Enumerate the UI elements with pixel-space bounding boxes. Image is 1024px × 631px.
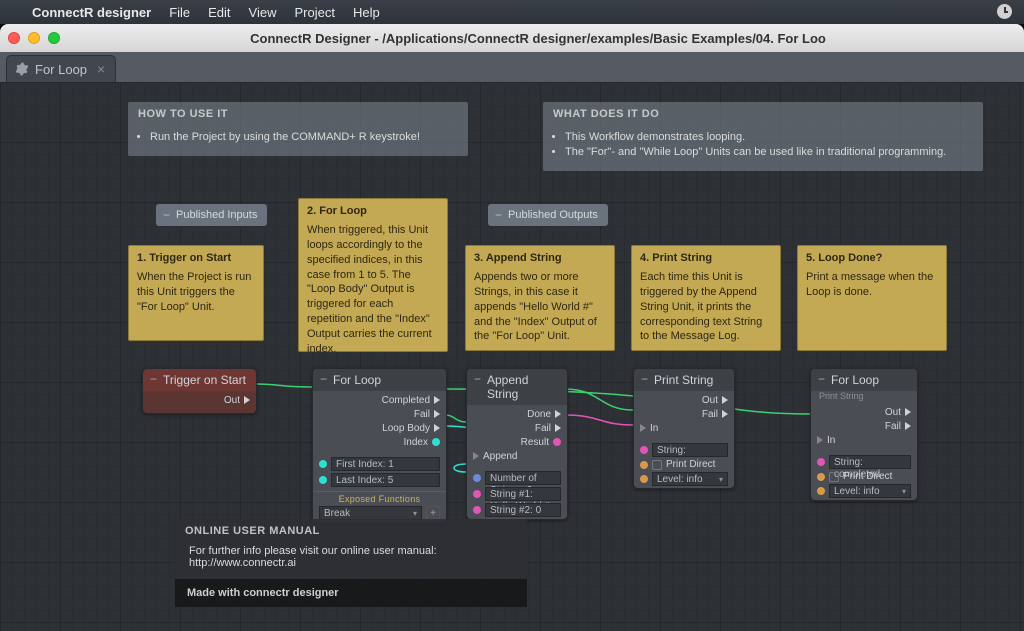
sticky-3[interactable]: 3. Append String Appends two or more Str… <box>465 245 615 351</box>
field-level[interactable]: Level: info <box>817 484 911 498</box>
menu-file[interactable]: File <box>169 5 190 20</box>
close-tab-icon[interactable]: × <box>97 61 105 77</box>
node-for-loop-print[interactable]: For Loop Print String Out Fail In String… <box>810 368 918 501</box>
tab-for-loop[interactable]: For Loop × <box>6 55 116 82</box>
field-string-2[interactable]: String #2: 0 <box>473 503 561 517</box>
field-level[interactable]: Level: info <box>640 472 728 486</box>
node-title: For Loop <box>811 369 917 391</box>
exposed-functions-label: Exposed Functions <box>313 494 446 504</box>
node-title: Print String <box>634 369 734 391</box>
port-append-in[interactable]: Append <box>467 449 567 463</box>
mac-menubar: ConnectR designer File Edit View Project… <box>0 0 1024 24</box>
port-result[interactable]: Result <box>467 435 567 449</box>
sticky-4[interactable]: 4. Print String Each time this Unit is t… <box>631 245 781 351</box>
howto-bullet: Run the Project by using the COMMAND+ R … <box>150 131 454 143</box>
field-print-direct[interactable]: Print Direct <box>817 471 911 482</box>
field-break[interactable]: Break+ <box>319 506 440 520</box>
sticky-title: 2. For Loop <box>299 199 447 219</box>
panel-title: HOW TO USE IT <box>128 102 468 124</box>
field-print-direct[interactable]: Print Direct <box>640 459 728 470</box>
port-fail[interactable]: Fail <box>313 407 446 421</box>
sticky-text: Each time this Unit is triggered by the … <box>632 266 780 352</box>
menu-project[interactable]: Project <box>295 5 335 20</box>
field-num-strings[interactable]: Number of Strings: 2 <box>473 471 561 485</box>
port-in[interactable]: In <box>811 433 917 447</box>
port-fail[interactable]: Fail <box>467 421 567 435</box>
port-index[interactable]: Index <box>313 435 446 449</box>
node-title: For Loop <box>313 369 446 391</box>
minimize-window-button[interactable] <box>28 32 40 44</box>
tab-label: For Loop <box>35 62 87 77</box>
published-inputs-badge[interactable]: Published Inputs <box>156 204 267 226</box>
panel-title: WHAT DOES IT DO <box>543 102 983 124</box>
sticky-2[interactable]: 2. For Loop When triggered, this Unit lo… <box>298 198 448 352</box>
what-bullet: The "For"- and "While Loop" Units can be… <box>565 146 969 158</box>
published-outputs-badge[interactable]: Published Outputs <box>488 204 608 226</box>
sticky-text: Appends two or more Strings, in this cas… <box>466 266 614 352</box>
port-fail[interactable]: Fail <box>634 407 734 421</box>
sticky-text: Print a message when the Loop is done. <box>798 266 946 308</box>
menu-edit[interactable]: Edit <box>208 5 230 20</box>
node-for-loop[interactable]: For Loop Completed Fail Loop Body Index … <box>312 368 447 523</box>
message-log-line: Made with connectr designer <box>175 579 527 607</box>
node-title: Append String <box>467 369 567 405</box>
port-completed[interactable]: Completed <box>313 393 446 407</box>
sticky-title: 3. Append String <box>466 246 614 266</box>
menu-view[interactable]: View <box>249 5 277 20</box>
node-title: Trigger on Start <box>143 369 256 391</box>
node-trigger-on-start[interactable]: Trigger on Start Out <box>142 368 257 414</box>
panel-how-to-use: HOW TO USE IT Run the Project by using t… <box>128 102 468 156</box>
traffic-lights <box>8 32 60 44</box>
field-string[interactable]: String: <box>640 443 728 457</box>
document-tabstrip: For Loop × <box>0 52 1024 82</box>
panel-online-manual: ONLINE USER MANUAL For further info plea… <box>175 519 527 607</box>
menu-help[interactable]: Help <box>353 5 380 20</box>
sticky-title: 4. Print String <box>632 246 780 266</box>
clock-icon[interactable] <box>997 4 1012 19</box>
port-out[interactable]: Out <box>634 393 734 407</box>
sticky-title: 1. Trigger on Start <box>129 246 263 266</box>
field-string-1[interactable]: String #1: Hello World # <box>473 487 561 501</box>
port-in[interactable]: In <box>634 421 734 435</box>
sticky-text: When triggered, this Unit loops accordin… <box>299 219 447 365</box>
node-canvas[interactable]: HOW TO USE IT Run the Project by using t… <box>0 82 1024 631</box>
sticky-title: 5. Loop Done? <box>798 246 946 266</box>
port-out[interactable]: Out <box>811 405 917 419</box>
zoom-window-button[interactable] <box>48 32 60 44</box>
port-loop-body[interactable]: Loop Body <box>313 421 446 435</box>
port-out[interactable]: Out <box>143 393 256 407</box>
panel-what-does-it-do: WHAT DOES IT DO This Workflow demonstrat… <box>543 102 983 171</box>
field-last-index[interactable]: Last Index: 5 <box>319 473 440 487</box>
close-window-button[interactable] <box>8 32 20 44</box>
gear-icon <box>15 62 29 76</box>
field-first-index[interactable]: First Index: 1 <box>319 457 440 471</box>
field-string[interactable]: String: completed <box>817 455 911 469</box>
menubar-app-name[interactable]: ConnectR designer <box>32 5 151 20</box>
panel-title: ONLINE USER MANUAL <box>175 519 527 541</box>
manual-text: For further info please visit our online… <box>175 541 527 579</box>
sticky-1[interactable]: 1. Trigger on Start When the Project is … <box>128 245 264 341</box>
port-done[interactable]: Done <box>467 407 567 421</box>
sticky-5[interactable]: 5. Loop Done? Print a message when the L… <box>797 245 947 351</box>
port-fail[interactable]: Fail <box>811 419 917 433</box>
sticky-text: When the Project is run this Unit trigge… <box>129 266 263 323</box>
node-subtitle: Print String <box>811 391 917 403</box>
what-bullet: This Workflow demonstrates looping. <box>565 131 969 143</box>
node-append-string[interactable]: Append String Done Fail Result Append Nu… <box>466 368 568 520</box>
node-print-string[interactable]: Print String Out Fail In String: Print D… <box>633 368 735 489</box>
window-titlebar: ConnectR Designer - /Applications/Connec… <box>0 24 1024 52</box>
window-title: ConnectR Designer - /Applications/Connec… <box>60 31 1016 46</box>
